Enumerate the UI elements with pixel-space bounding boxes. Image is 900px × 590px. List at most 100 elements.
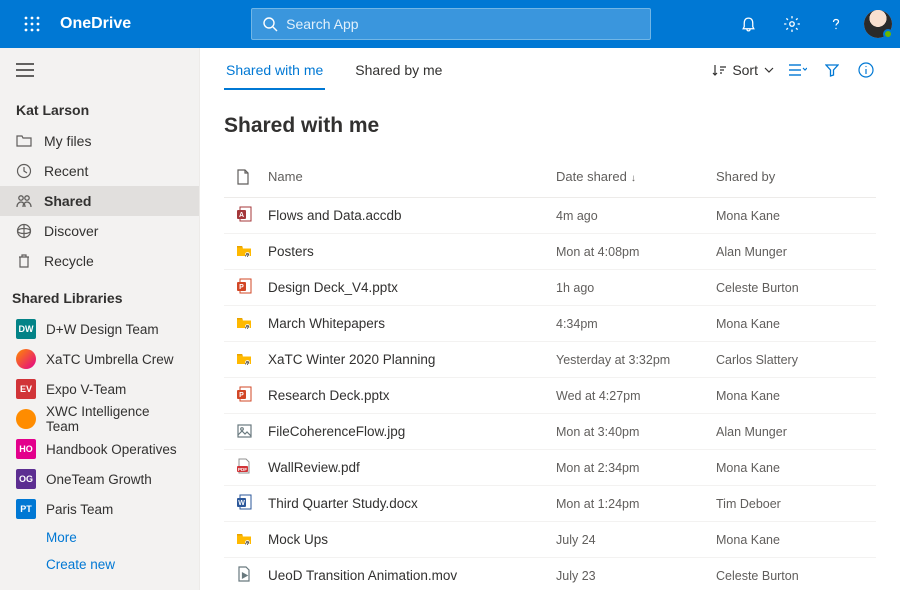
- file-row[interactable]: PostersMon at 4:08pmAlan Munger: [224, 234, 876, 270]
- sidebar-item-label: Discover: [44, 223, 98, 239]
- file-icon: [236, 169, 268, 185]
- file-date: July 24: [556, 533, 716, 547]
- library-item[interactable]: EVExpo V-Team: [0, 374, 199, 404]
- sidebar-item-label: Recycle: [44, 253, 94, 269]
- column-shared-by[interactable]: Shared by: [716, 169, 876, 184]
- folder-icon: [16, 134, 32, 148]
- sidebar-user-name: Kat Larson: [0, 92, 199, 126]
- file-row[interactable]: March Whitepapers4:34pmMona Kane: [224, 306, 876, 342]
- file-date: Wed at 4:27pm: [556, 389, 716, 403]
- sidebar-item-recycle[interactable]: Recycle: [0, 246, 199, 276]
- folder-shared-icon: [236, 243, 252, 259]
- file-shared-by: Tim Deboer: [716, 497, 876, 511]
- user-avatar[interactable]: [864, 10, 892, 38]
- file-date: Mon at 3:40pm: [556, 425, 716, 439]
- library-badge: OG: [16, 469, 36, 489]
- svg-text:P: P: [239, 284, 244, 291]
- file-name: Flows and Data.accdb: [268, 208, 556, 223]
- sidebar-item-label: Shared: [44, 193, 91, 209]
- file-name: Posters: [268, 244, 556, 259]
- library-item[interactable]: DWD+W Design Team: [0, 314, 199, 344]
- create-new-link[interactable]: Create new: [0, 551, 199, 578]
- file-date: Mon at 1:24pm: [556, 497, 716, 511]
- file-date: Yesterday at 3:32pm: [556, 353, 716, 367]
- tab-shared-by-me[interactable]: Shared by me: [353, 50, 444, 90]
- file-list: Name Date shared↓ Shared by A Flows and D…: [200, 156, 900, 590]
- library-item[interactable]: OGOneTeam Growth: [0, 464, 199, 494]
- file-name: Research Deck.pptx: [268, 388, 556, 403]
- search-box[interactable]: [251, 8, 651, 40]
- library-badge: PT: [16, 499, 36, 519]
- help-button[interactable]: [816, 0, 856, 48]
- sort-button[interactable]: Sort: [712, 62, 774, 78]
- search-input[interactable]: [286, 16, 640, 32]
- tab-shared-with-me[interactable]: Shared with me: [224, 50, 325, 90]
- file-date: 4:34pm: [556, 317, 716, 331]
- shared-libraries-header: Shared Libraries: [0, 276, 199, 314]
- chevron-down-icon: [764, 67, 774, 73]
- view-options-button[interactable]: [788, 60, 808, 80]
- access-icon: A: [236, 206, 252, 222]
- svg-text:A: A: [238, 212, 243, 219]
- video-icon: [236, 566, 252, 582]
- column-date[interactable]: Date shared↓: [556, 169, 716, 184]
- presence-indicator: [883, 29, 893, 39]
- sidebar-item-myfiles[interactable]: My files: [0, 126, 199, 156]
- sidebar-item-discover[interactable]: Discover: [0, 216, 199, 246]
- discover-icon: [16, 223, 32, 239]
- file-name: March Whitepapers: [268, 316, 556, 331]
- file-name: Mock Ups: [268, 532, 556, 547]
- file-date: 1h ago: [556, 281, 716, 295]
- library-label: Handbook Operatives: [46, 442, 177, 457]
- file-shared-by: Carlos Slattery: [716, 353, 876, 367]
- top-bar: OneDrive: [0, 0, 900, 48]
- info-button[interactable]: [856, 60, 876, 80]
- library-item[interactable]: XWC Intelligence Team: [0, 404, 199, 434]
- app-launcher-button[interactable]: [8, 0, 56, 48]
- file-row[interactable]: UeoD Transition Animation.movJuly 23Cele…: [224, 558, 876, 590]
- more-link[interactable]: More: [0, 524, 199, 551]
- settings-button[interactable]: [772, 0, 812, 48]
- sidebar-item-label: Recent: [44, 163, 88, 179]
- library-item[interactable]: PTParis Team: [0, 494, 199, 524]
- file-row[interactable]: PDesign Deck_V4.pptx1h agoCeleste Burton: [224, 270, 876, 306]
- file-row[interactable]: P Research Deck.pptxWed at 4:27pmMona Kan…: [224, 378, 876, 414]
- sidebar-item-shared[interactable]: Shared: [0, 186, 199, 216]
- recycle-icon: [16, 253, 32, 269]
- file-name: Design Deck_V4.pptx: [268, 280, 556, 295]
- notifications-button[interactable]: [728, 0, 768, 48]
- recent-icon: [16, 163, 32, 179]
- sort-label: Sort: [732, 62, 758, 78]
- filter-button[interactable]: [822, 60, 842, 80]
- file-shared-by: Celeste Burton: [716, 569, 876, 583]
- file-row[interactable]: PDFWallReview.pdfMon at 2:34pmMona Kane: [224, 450, 876, 486]
- sidebar-item-recent[interactable]: Recent: [0, 156, 199, 186]
- file-row[interactable]: WThird Quarter Study.docxMon at 1:24pmTi…: [224, 486, 876, 522]
- library-item[interactable]: HO Handbook Operatives: [0, 434, 199, 464]
- file-name: FileCoherenceFlow.jpg: [268, 424, 556, 439]
- library-item[interactable]: XaTC Umbrella Crew: [0, 344, 199, 374]
- hamburger-icon[interactable]: [16, 63, 34, 77]
- svg-text:PDF: PDF: [238, 467, 247, 472]
- library-badge: [16, 349, 36, 369]
- pptx-icon: P: [236, 278, 252, 294]
- search-icon: [262, 16, 278, 32]
- file-row[interactable]: XaTC Winter 2020 PlanningYesterday at 3:…: [224, 342, 876, 378]
- file-date: 4m ago: [556, 209, 716, 223]
- sidebar-item-label: My files: [44, 133, 91, 149]
- file-date: Mon at 2:34pm: [556, 461, 716, 475]
- file-row[interactable]: Mock UpsJuly 24Mona Kane: [224, 522, 876, 558]
- docx-icon: W: [236, 494, 252, 510]
- svg-text:P: P: [239, 392, 244, 399]
- file-row[interactable]: AFlows and Data.accdb4m agoMona Kane: [224, 198, 876, 234]
- column-name[interactable]: Name: [268, 169, 556, 184]
- pptx-icon: P: [236, 386, 252, 402]
- file-shared-by: Mona Kane: [716, 389, 876, 403]
- svg-text:W: W: [238, 500, 245, 507]
- file-row[interactable]: FileCoherenceFlow.jpgMon at 3:40pmAlan M…: [224, 414, 876, 450]
- library-label: XaTC Umbrella Crew: [46, 352, 174, 367]
- pdf-icon: PDF: [236, 458, 252, 474]
- file-shared-by: Mona Kane: [716, 533, 876, 547]
- file-name: WallReview.pdf: [268, 460, 556, 475]
- library-badge: HO: [16, 439, 36, 459]
